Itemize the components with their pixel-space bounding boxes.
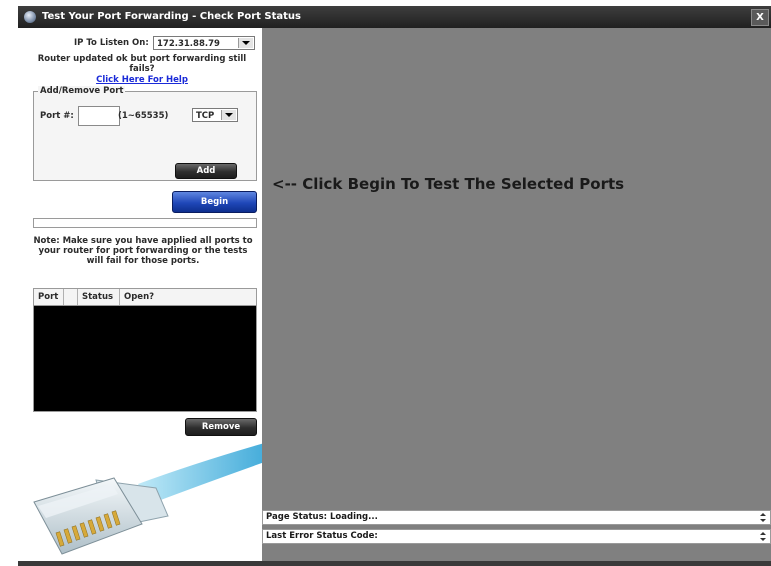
- app-window: Test Your Port Forwarding - Check Port S…: [18, 6, 771, 566]
- table-header: Port Status Open?: [34, 289, 256, 306]
- port-input[interactable]: [78, 106, 120, 126]
- ip-select-value: 172.31.88.79: [157, 39, 220, 49]
- spinner-icon[interactable]: [759, 531, 768, 542]
- protocol-value: TCP: [196, 111, 215, 121]
- results-table[interactable]: Port Status Open?: [33, 288, 257, 412]
- page-status-text: Page Status: Loading...: [266, 512, 378, 522]
- last-error-field: Last Error Status Code:: [262, 529, 771, 544]
- protocol-select[interactable]: TCP: [192, 108, 238, 122]
- ip-label: IP To Listen On:: [74, 38, 149, 48]
- begin-hint-text: <-- Click Begin To Test The Selected Por…: [272, 175, 625, 193]
- app-icon: [24, 11, 36, 23]
- port-label: Port #:: [40, 111, 74, 121]
- chevron-down-icon[interactable]: [221, 110, 236, 120]
- column-header-spacer: [64, 289, 78, 305]
- add-button[interactable]: Add: [175, 163, 237, 179]
- control-panel: IP To Listen On: 172.31.88.79 Router upd…: [18, 28, 276, 561]
- router-help-text: Router updated ok but port forwarding st…: [37, 54, 247, 74]
- help-link[interactable]: Click Here For Help: [30, 75, 254, 85]
- ip-select[interactable]: 172.31.88.79: [153, 36, 255, 50]
- close-button[interactable]: X: [751, 9, 769, 26]
- group-legend: Add/Remove Port: [38, 86, 126, 96]
- page-status-field: Page Status: Loading...: [262, 510, 771, 525]
- title-bar[interactable]: Test Your Port Forwarding - Check Port S…: [18, 6, 771, 28]
- window-title: Test Your Port Forwarding - Check Port S…: [42, 11, 302, 22]
- output-pane: <-- Click Begin To Test The Selected Por…: [262, 28, 771, 561]
- column-header-status[interactable]: Status: [78, 289, 120, 305]
- last-error-text: Last Error Status Code:: [266, 531, 378, 541]
- ethernet-cable-illustration: [33, 442, 276, 555]
- spinner-icon[interactable]: [759, 512, 768, 523]
- progress-bar: [33, 218, 257, 228]
- chevron-down-icon[interactable]: [238, 38, 253, 48]
- begin-button[interactable]: Begin: [172, 191, 257, 213]
- window-bottom-border: [18, 561, 771, 566]
- port-range-hint: (1~65535): [118, 111, 169, 121]
- note-text: Note: Make sure you have applied all por…: [33, 236, 253, 266]
- column-header-open[interactable]: Open?: [120, 289, 256, 305]
- column-header-port[interactable]: Port: [34, 289, 64, 305]
